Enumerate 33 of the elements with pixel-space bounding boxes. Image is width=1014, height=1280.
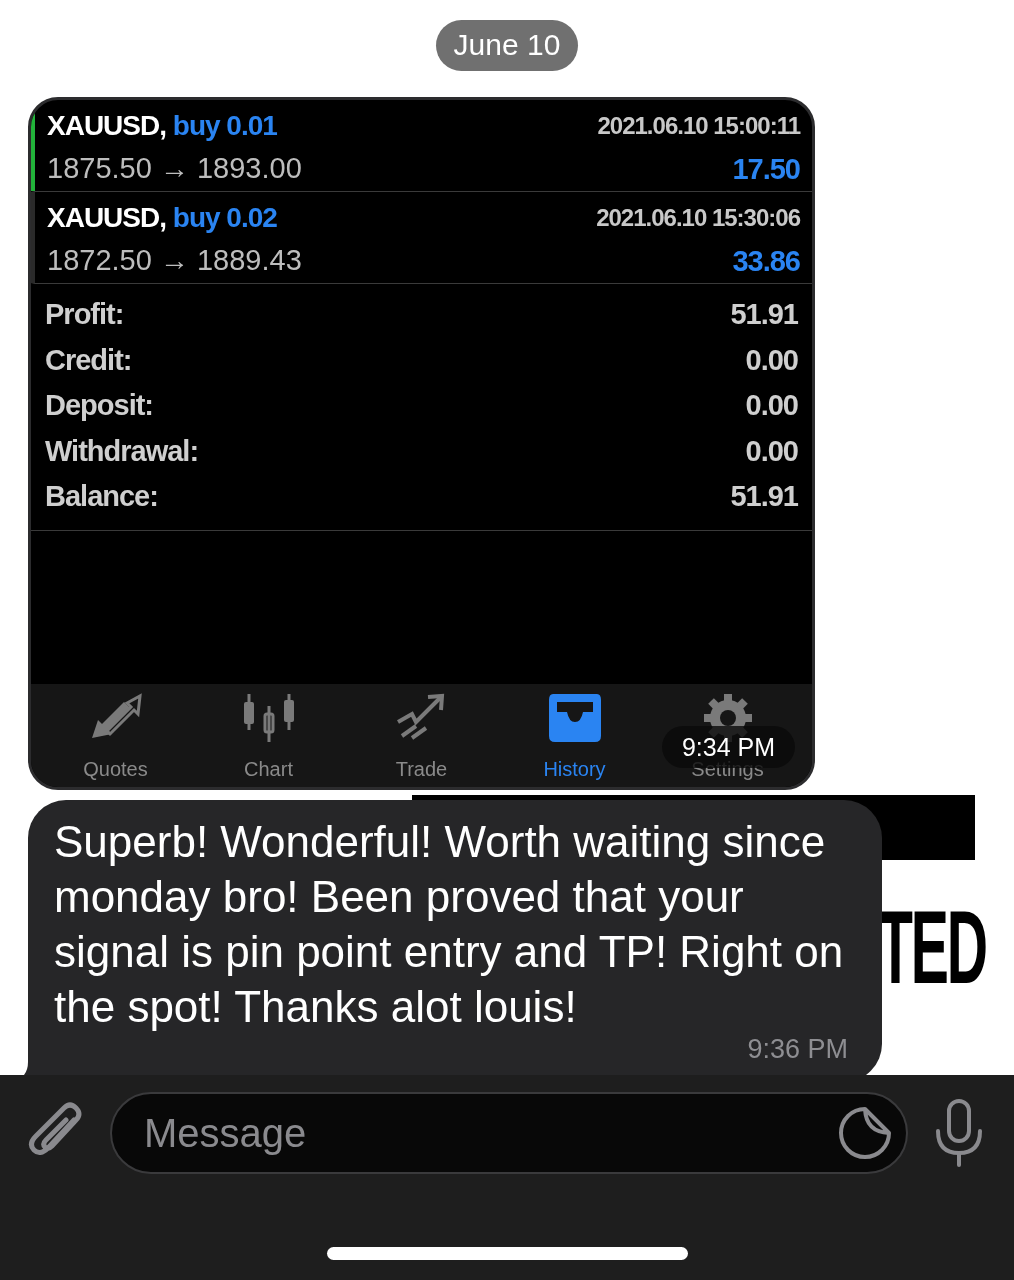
trade-prices: 1872.50 → 1889.43 (47, 242, 303, 278)
timestamp: 9:34 PM (661, 726, 795, 768)
summary-label: Balance: (45, 479, 159, 514)
tab[interactable]: History (504, 684, 645, 787)
message-time: 9:36 PM (747, 1034, 848, 1064)
tab[interactable]: Chart (198, 684, 339, 787)
summary-label: Withdrawal: (45, 433, 200, 469)
trade-symbol: XAUUSD, buy 0.01 (47, 109, 278, 143)
banner-text: TED (878, 895, 986, 999)
trade-row[interactable]: XAUUSD, buy 0.01 2021.06.10 15:00:11 1875.50 → 1893.00 17.50 (31, 100, 812, 192)
trade-profit: 33.86 (731, 243, 800, 279)
summary-value: 51.91 (730, 479, 798, 514)
summary-value: 0.00 (744, 388, 798, 423)
inbox-tray-icon (546, 692, 603, 744)
trade-profit: 17.50 (731, 151, 800, 187)
trade-row[interactable]: XAUUSD, buy 0.02 2021.06.10 15:30:06 1872.50 → 1889.43 33.86 (31, 192, 812, 284)
trade-time: 2021.06.10 15:30:06 (596, 203, 800, 233)
sticker-icon[interactable] (838, 1106, 892, 1160)
microphone-icon[interactable] (934, 1099, 984, 1167)
summary-label: Credit: (45, 342, 133, 378)
message-text: Superb! Wonderful! Worth waiting since monday bro! Been proved that your signal is pin point entry and TP! Right on the spot! Thanks alot louis! (54, 816, 845, 1033)
summary-label: Profit: (45, 297, 125, 332)
date-label: June 10 (435, 20, 579, 71)
summary-value: 51.91 (730, 297, 798, 332)
trade-prices: 1875.50 → 1893.00 (47, 150, 303, 186)
tab[interactable]: Trade (351, 684, 492, 787)
message-field[interactable]: Message (110, 1092, 908, 1174)
tab[interactable]: Quotes (45, 684, 186, 787)
summary-value: 0.00 (744, 342, 798, 378)
summary-value: 0.00 (744, 433, 798, 469)
trade-time: 2021.06.10 15:00:11 (597, 111, 800, 141)
summary-label: Deposit: (45, 388, 154, 423)
trade-symbol: XAUUSD, buy 0.02 (47, 201, 278, 235)
